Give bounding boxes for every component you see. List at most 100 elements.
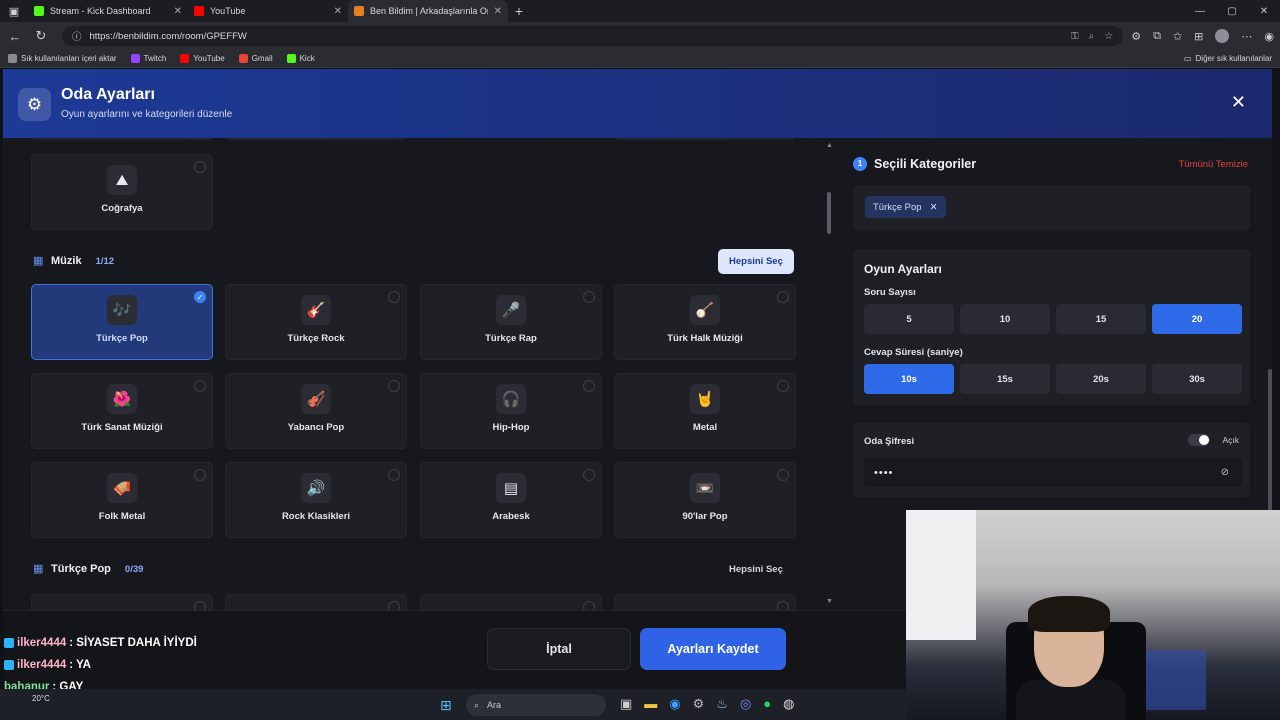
category-card[interactable]: 🎸 Türkçe Rock	[225, 284, 407, 360]
category-icon: ▤	[496, 473, 526, 503]
favorites-icon[interactable]: ✩	[1173, 30, 1182, 43]
bookmark-item[interactable]: YouTube	[180, 54, 225, 63]
remove-chip-icon[interactable]: ✕	[930, 202, 938, 213]
weather-widget[interactable]: 20°C	[32, 694, 50, 703]
refresh-icon[interactable]: ↻	[32, 28, 50, 44]
category-radio[interactable]	[777, 469, 789, 481]
category-icon: 🎶	[107, 295, 137, 325]
extensions-icon[interactable]: ⚙	[1131, 30, 1141, 43]
game-settings-box: Oyun Ayarları Soru Sayısı 5 10 15 20 Cevap …	[853, 249, 1250, 405]
spotify-icon[interactable]: ●	[763, 696, 771, 712]
category-icon: 🌺	[107, 384, 137, 414]
bookmark-item[interactable]: Sık kullanılanları içeri aktar	[8, 54, 117, 63]
category-card-cografya[interactable]: ⛰ Coğrafya	[31, 154, 213, 230]
category-card[interactable]	[31, 138, 213, 140]
collections-icon[interactable]: ⊞	[1194, 30, 1203, 43]
split-screen-icon[interactable]: ⧉	[1153, 30, 1161, 43]
close-modal-button[interactable]: ✕	[1231, 93, 1246, 111]
category-card[interactable]: 🪗 Folk Metal	[31, 462, 213, 538]
new-tab-button[interactable]: +	[508, 3, 530, 19]
question-count-option[interactable]: 10	[960, 304, 1050, 334]
favorite-star-icon[interactable]: ☆	[1104, 31, 1113, 42]
scroll-down-icon[interactable]: ▼	[826, 598, 833, 605]
answer-time-option[interactable]: 10s	[864, 364, 954, 394]
answer-time-option[interactable]: 30s	[1152, 364, 1242, 394]
category-radio[interactable]	[388, 291, 400, 303]
category-radio[interactable]	[388, 469, 400, 481]
key-icon[interactable]: ⚿	[1071, 31, 1079, 42]
chat-message: ilker4444 : YA	[4, 659, 91, 671]
site-info-icon[interactable]: ⓘ	[72, 29, 82, 43]
file-explorer-icon[interactable]: ▬	[644, 696, 657, 712]
category-card[interactable]: 📼 90'lar Pop	[614, 462, 796, 538]
copilot-icon[interactable]: ◉	[1264, 30, 1274, 43]
other-bookmarks[interactable]: ▭ Diğer sık kullanılanlar	[1184, 54, 1272, 63]
select-all-turkce-pop-button[interactable]: Hepsini Seç	[718, 557, 794, 582]
cancel-button[interactable]: İptal	[487, 628, 631, 670]
settings-icon[interactable]: ⚙	[693, 696, 705, 712]
hide-password-icon[interactable]: ⊘	[1221, 467, 1230, 478]
category-card[interactable]: 🔊 Rock Klasikleri	[225, 462, 407, 538]
category-radio[interactable]	[583, 469, 595, 481]
bookmark-item[interactable]: Kick	[286, 54, 315, 63]
more-menu-icon[interactable]: ⋯	[1241, 30, 1252, 43]
obs-icon[interactable]: ◍	[783, 696, 794, 712]
edge-icon[interactable]: ◉	[669, 696, 680, 712]
category-radio[interactable]	[388, 380, 400, 392]
category-card[interactable]: 🎶 Türkçe Pop ✓	[31, 284, 213, 360]
category-radio[interactable]	[194, 469, 206, 481]
answer-time-option[interactable]: 20s	[1056, 364, 1146, 394]
bookmark-item[interactable]: Gmail	[238, 54, 273, 63]
question-count-option[interactable]: 5	[864, 304, 954, 334]
category-card[interactable]: 🪕 Türk Halk Müziği	[614, 284, 796, 360]
bookmark-item[interactable]: Twitch	[130, 54, 166, 63]
profile-avatar[interactable]	[1215, 29, 1230, 43]
task-view-icon[interactable]: ▣	[620, 696, 632, 712]
answer-time-option[interactable]: 15s	[960, 364, 1050, 394]
question-count-option[interactable]: 15	[1056, 304, 1146, 334]
window-controls: — ▢ ✕	[1184, 0, 1280, 22]
browser-tab[interactable]: YouTube ✕	[188, 0, 348, 22]
category-card[interactable]: 🎻 Yabancı Pop	[225, 373, 407, 449]
windows-start-icon[interactable]: ⊞	[440, 697, 452, 714]
bookmark-favicon-icon	[238, 54, 248, 63]
browser-tab[interactable]: Ben Bildim | Arkadaşlarınla Online✕	[348, 0, 508, 22]
category-card[interactable]: 🌺 Türk Sanat Müziği	[31, 373, 213, 449]
category-radio[interactable]	[777, 291, 789, 303]
url-input[interactable]: ⓘ https://benbildim.com/room/GPEFFW ⚿ ⌕ …	[62, 26, 1124, 46]
select-all-music-button[interactable]: Hepsini Seç	[718, 249, 794, 274]
clear-all-button[interactable]: Tümünü Temizle	[1178, 159, 1248, 170]
category-card[interactable]: 🎤 Türkçe Rap	[420, 284, 602, 360]
maximize-icon[interactable]: ▢	[1216, 0, 1248, 22]
answer-time-options: 10s 15s 20s 30s	[864, 364, 1242, 394]
close-tab-icon[interactable]: ✕	[334, 6, 342, 17]
category-radio[interactable]	[583, 380, 595, 392]
category-card[interactable]: 🎧 Hip-Hop	[420, 373, 602, 449]
category-card[interactable]	[225, 138, 407, 140]
tab-actions-icon[interactable]: ▣	[0, 0, 28, 22]
minimize-icon[interactable]: —	[1184, 0, 1216, 22]
close-window-icon[interactable]: ✕	[1248, 0, 1280, 22]
category-card[interactable]: ▤ Arabesk	[420, 462, 602, 538]
taskbar-search[interactable]: ⌕ Ara	[466, 694, 606, 716]
zoom-icon[interactable]: ⌕	[1089, 31, 1095, 42]
category-radio[interactable]	[777, 380, 789, 392]
category-card[interactable]: 🤘 Metal	[614, 373, 796, 449]
back-icon[interactable]: ←	[6, 29, 24, 44]
password-toggle[interactable]	[1188, 434, 1210, 446]
categories-panel: ⛰ Coğrafya ▦ Müzik 1/12 Hepsini Seç 🎶 Tür…	[3, 138, 823, 679]
close-tab-icon[interactable]: ✕	[174, 6, 182, 17]
discord-icon[interactable]: ◎	[740, 696, 751, 712]
category-radio[interactable]	[194, 161, 206, 173]
category-radio[interactable]	[583, 291, 595, 303]
steam-icon[interactable]: ♨	[716, 696, 728, 712]
question-count-option[interactable]: 20	[1152, 304, 1242, 334]
room-password-input[interactable]: •••• ⊘	[864, 458, 1242, 487]
category-radio[interactable]: ✓	[194, 291, 206, 303]
save-settings-button[interactable]: Ayarları Kaydet	[640, 628, 786, 670]
close-tab-icon[interactable]: ✕	[494, 6, 502, 17]
category-card[interactable]	[614, 138, 796, 140]
categories-scrollbar[interactable]	[826, 141, 834, 607]
browser-tab[interactable]: Stream - Kick Dashboard ✕	[28, 0, 188, 22]
category-radio[interactable]	[194, 380, 206, 392]
